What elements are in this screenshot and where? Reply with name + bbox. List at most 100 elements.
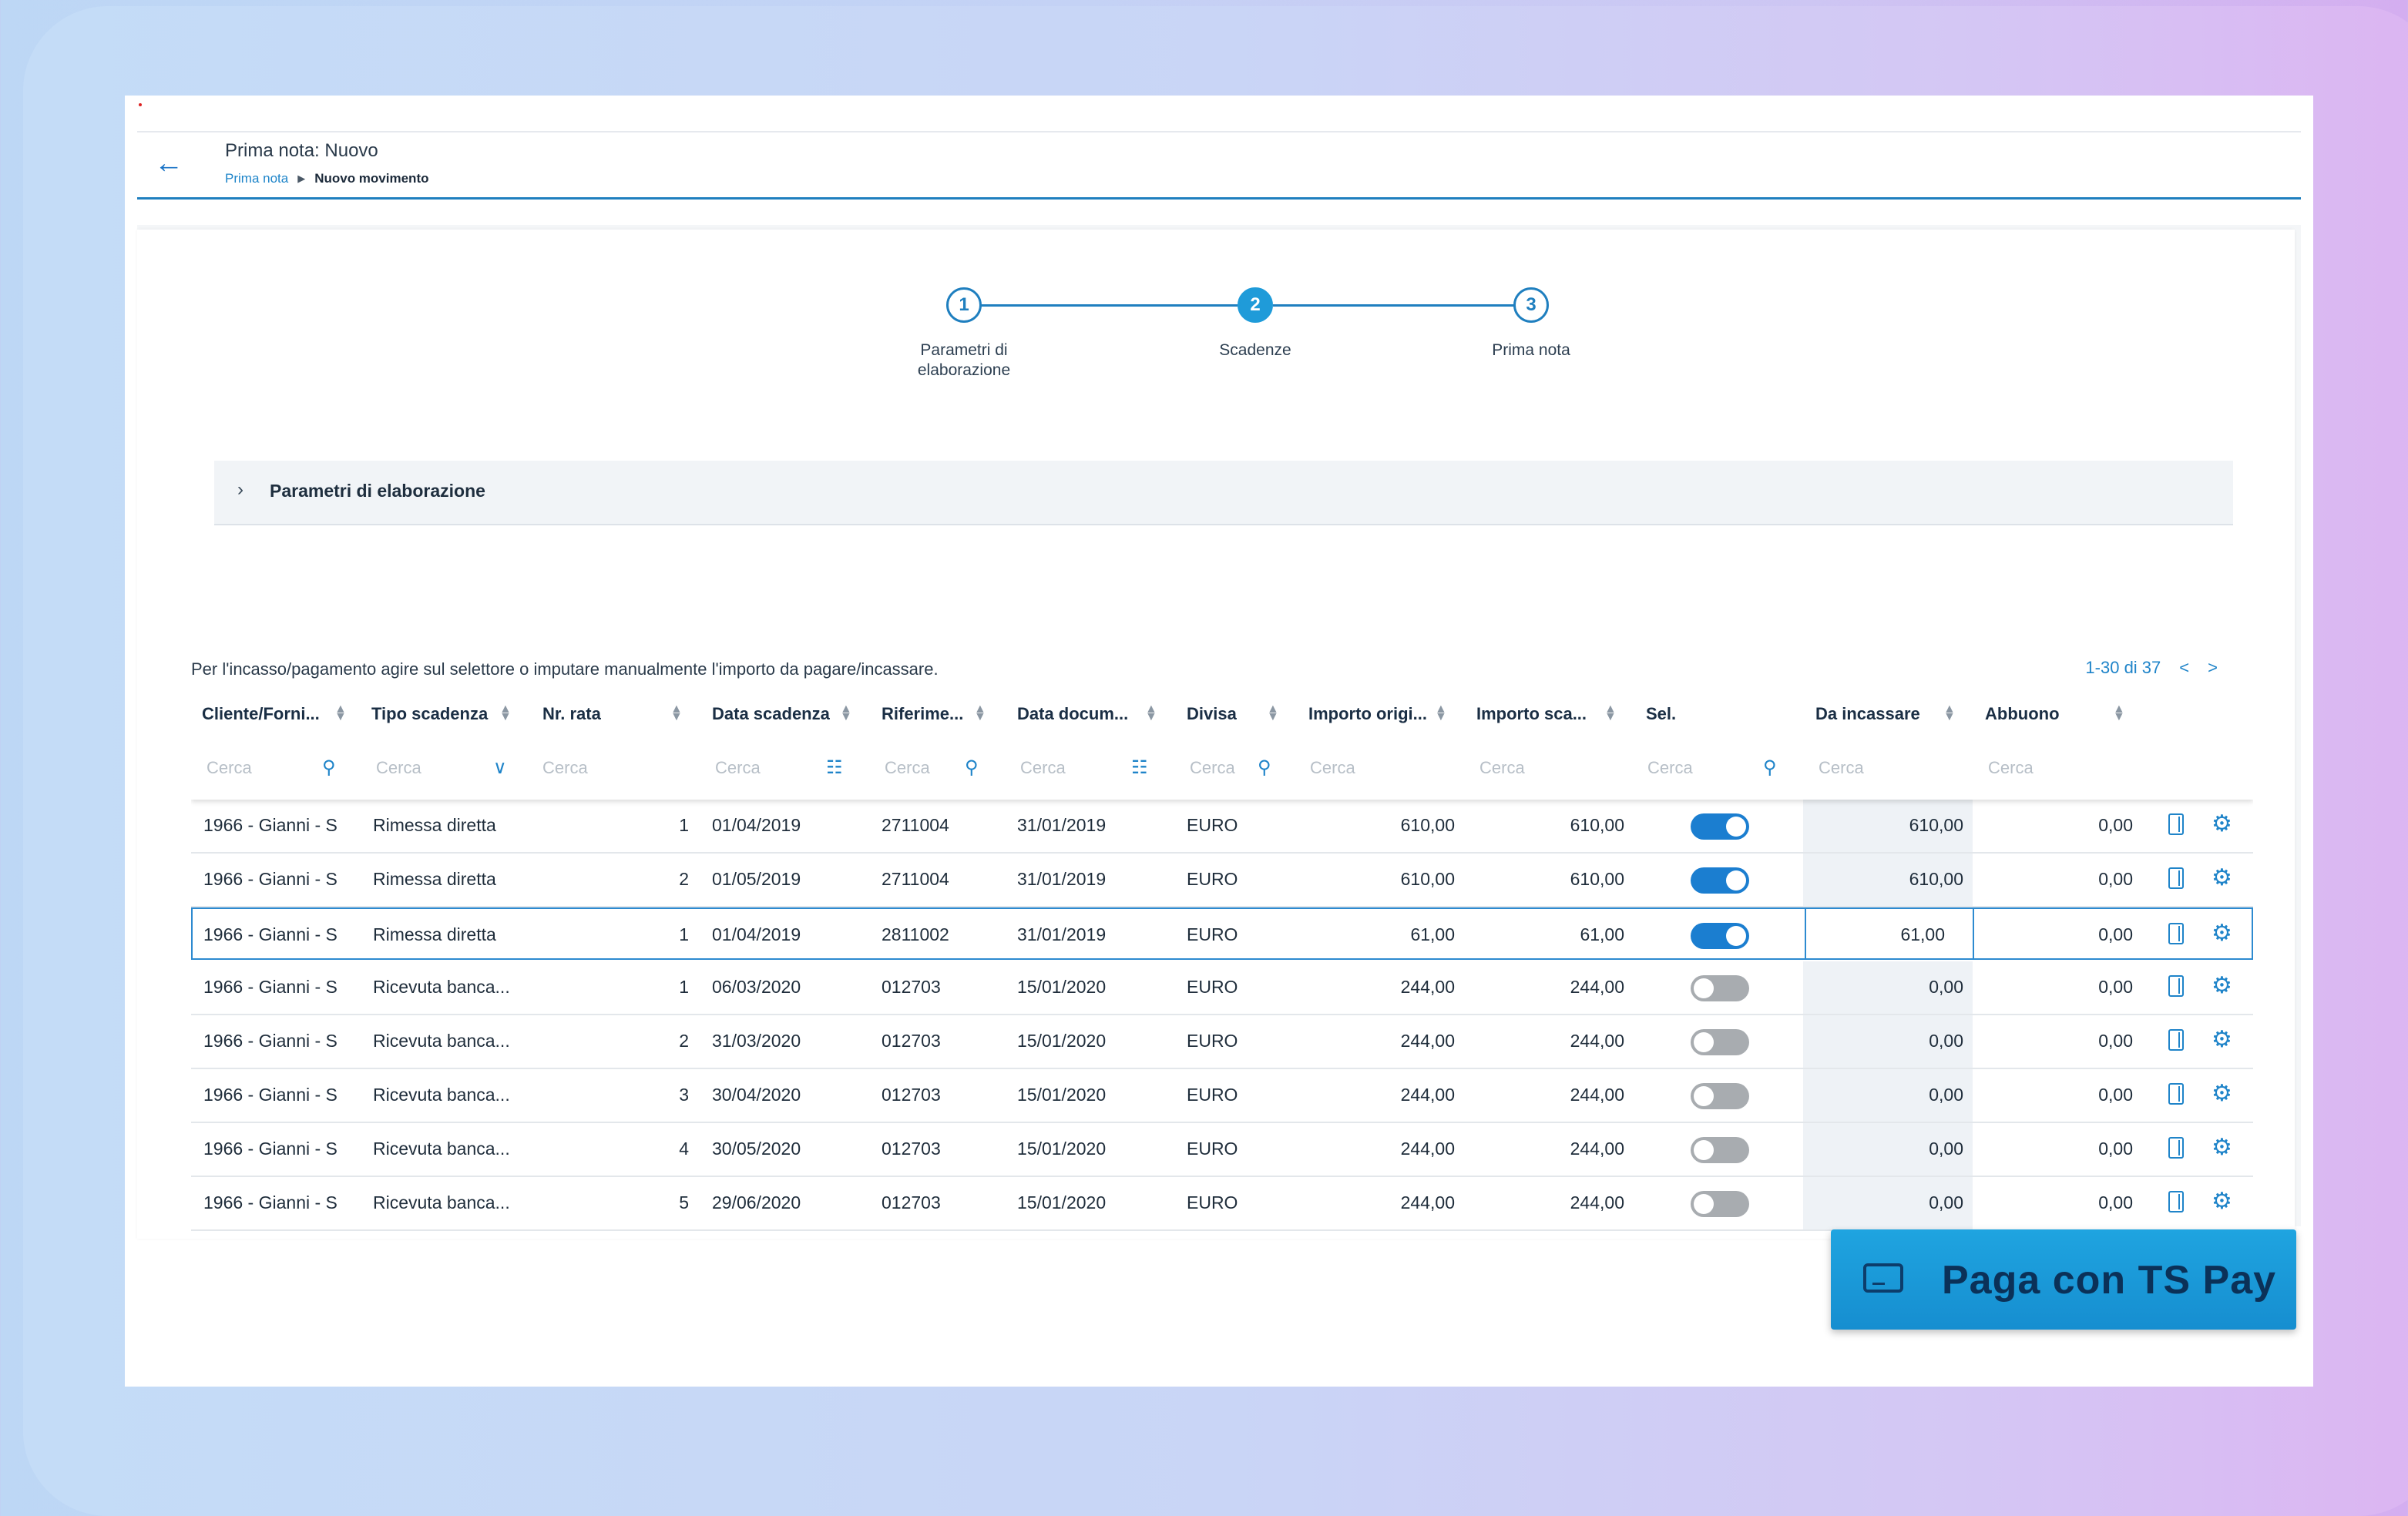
pay-with-ts-pay-button[interactable]: Paga con TS Pay	[1831, 1229, 2296, 1330]
document-icon[interactable]	[2168, 923, 2184, 944]
cell-abbuono[interactable]: 0,00	[1994, 924, 2133, 945]
cell-da-incassare[interactable]: 610,00	[1825, 815, 1963, 836]
table-row[interactable]: 1966 - Gianni - S Ricevuta banca... 1 06…	[191, 961, 2253, 1015]
filter-tipo-input[interactable]: Cerca	[376, 758, 421, 778]
cell-da-incassare[interactable]: 0,00	[1825, 977, 1963, 998]
sort-icon[interactable]: ▲ ▼	[974, 703, 986, 723]
cell-da-incassare[interactable]: 610,00	[1825, 869, 1963, 890]
cell-da-incassare[interactable]: 0,00	[1825, 1192, 1963, 1213]
sort-icon[interactable]: ▲ ▼	[499, 703, 512, 723]
sel-toggle[interactable]	[1691, 1191, 1749, 1217]
document-icon[interactable]	[2168, 1191, 2184, 1212]
step-3-circle[interactable]: 3	[1513, 287, 1549, 323]
column-header-data-documento[interactable]: Data docum...	[1017, 704, 1128, 724]
filter-data-documento-input[interactable]: Cerca	[1020, 758, 1066, 778]
table-row[interactable]: 1966 - Gianni - S Rimessa diretta 2 01/0…	[191, 854, 2253, 907]
search-icon[interactable]: ⚲	[322, 756, 336, 779]
table-row[interactable]: 1966 - Gianni - S Ricevuta banca... 4 30…	[191, 1123, 2253, 1177]
back-arrow-icon[interactable]: ←	[154, 149, 185, 180]
sel-toggle[interactable]	[1691, 975, 1749, 1001]
sort-icon[interactable]: ▲ ▼	[840, 703, 852, 723]
column-header-riferimento[interactable]: Riferime...	[882, 704, 963, 724]
filter-riferimento-input[interactable]: Cerca	[885, 758, 930, 778]
table-row[interactable]: 1966 - Gianni - S Ricevuta banca... 2 31…	[191, 1015, 2253, 1069]
column-header-nr-rata[interactable]: Nr. rata	[542, 704, 601, 724]
accordion-parametri[interactable]: › Parametri di elaborazione	[214, 461, 2233, 525]
gear-icon[interactable]: ⚙	[2212, 1188, 2232, 1215]
column-header-data-scadenza[interactable]: Data scadenza	[712, 704, 830, 724]
cell-abbuono[interactable]: 0,00	[1994, 1085, 2133, 1105]
filter-importo-originale-input[interactable]: Cerca	[1310, 758, 1355, 778]
pagination-next-icon[interactable]: >	[2208, 658, 2218, 678]
cell-da-incassare[interactable]: 0,00	[1825, 1085, 1963, 1105]
sel-toggle[interactable]	[1691, 867, 1749, 894]
cell-abbuono[interactable]: 0,00	[1994, 869, 2133, 890]
filter-data-scadenza-input[interactable]: Cerca	[715, 758, 761, 778]
filter-importo-scadenza-input[interactable]: Cerca	[1479, 758, 1525, 778]
search-icon[interactable]: ⚲	[965, 756, 979, 779]
document-icon[interactable]	[2168, 1029, 2184, 1051]
cell-abbuono[interactable]: 0,00	[1994, 1192, 2133, 1213]
table-row-selected[interactable]: 1966 - Gianni - S Rimessa diretta 1 01/0…	[191, 907, 2253, 960]
filter-abbuono-input[interactable]: Cerca	[1988, 758, 2034, 778]
step-2-circle[interactable]: 2	[1238, 287, 1273, 323]
sort-icon[interactable]: ▲ ▼	[1943, 703, 1956, 723]
sel-toggle[interactable]	[1691, 1029, 1749, 1055]
table-row[interactable]: 1966 - Gianni - S Ricevuta banca... 5 29…	[191, 1177, 2253, 1231]
column-header-importo-originale[interactable]: Importo origi...	[1308, 704, 1427, 724]
sel-toggle[interactable]	[1691, 923, 1749, 949]
cell-data-documento: 15/01/2020	[1017, 1192, 1107, 1212]
sort-icon[interactable]: ▲ ▼	[1604, 703, 1617, 723]
table-row[interactable]: 1966 - Gianni - S Rimessa diretta 1 01/0…	[191, 800, 2253, 854]
calendar-icon[interactable]: ☷	[1131, 756, 1148, 779]
step-1-circle[interactable]: 1	[946, 287, 982, 323]
column-header-cliente[interactable]: Cliente/Forni...	[202, 704, 320, 724]
sort-icon[interactable]: ▲ ▼	[670, 703, 683, 723]
calendar-icon[interactable]: ☷	[826, 756, 843, 779]
breadcrumb-item-prima-nota[interactable]: Prima nota	[225, 171, 288, 186]
document-icon[interactable]	[2168, 975, 2184, 997]
sort-icon[interactable]: ▲ ▼	[334, 703, 347, 723]
table-row[interactable]: 1966 - Gianni - S Ricevuta banca... 3 30…	[191, 1069, 2253, 1123]
cell-da-incassare[interactable]: 0,00	[1825, 1031, 1963, 1051]
column-header-importo-scadenza[interactable]: Importo sca...	[1476, 704, 1587, 724]
column-header-sel[interactable]: Sel.	[1646, 704, 1676, 724]
document-icon[interactable]	[2168, 813, 2184, 835]
cell-da-incassare-value[interactable]: 61,00	[1829, 924, 1945, 945]
chevron-down-icon[interactable]: ∨	[493, 756, 507, 779]
sort-icon[interactable]: ▲ ▼	[1267, 703, 1279, 723]
document-icon[interactable]	[2168, 867, 2184, 889]
filter-sel-input[interactable]: Cerca	[1647, 758, 1693, 778]
cell-abbuono[interactable]: 0,00	[1994, 815, 2133, 836]
sort-icon[interactable]: ▲ ▼	[2113, 703, 2125, 723]
gear-icon[interactable]: ⚙	[2212, 1134, 2232, 1161]
sel-toggle[interactable]	[1691, 1083, 1749, 1109]
column-header-divisa[interactable]: Divisa	[1187, 704, 1237, 724]
gear-icon[interactable]: ⚙	[2212, 1026, 2232, 1053]
sort-icon[interactable]: ▲ ▼	[1435, 703, 1447, 723]
sort-icon[interactable]: ▲ ▼	[1145, 703, 1157, 723]
filter-cliente-input[interactable]: Cerca	[207, 758, 252, 778]
search-icon[interactable]: ⚲	[1258, 756, 1271, 779]
cell-da-incassare[interactable]: 0,00	[1825, 1139, 1963, 1159]
document-icon[interactable]	[2168, 1083, 2184, 1105]
gear-icon[interactable]: ⚙	[2212, 810, 2232, 837]
gear-icon[interactable]: ⚙	[2212, 972, 2232, 999]
filter-da-incassare-input[interactable]: Cerca	[1819, 758, 1864, 778]
column-header-abbuono[interactable]: Abbuono	[1985, 704, 2060, 724]
filter-rata-input[interactable]: Cerca	[542, 758, 588, 778]
gear-icon[interactable]: ⚙	[2212, 864, 2232, 891]
column-header-tipo-scadenza[interactable]: Tipo scadenza	[371, 704, 488, 724]
gear-icon[interactable]: ⚙	[2212, 1080, 2232, 1107]
gear-icon[interactable]: ⚙	[2212, 920, 2232, 947]
pagination-prev-icon[interactable]: <	[2179, 658, 2189, 678]
filter-divisa-input[interactable]: Cerca	[1190, 758, 1235, 778]
cell-abbuono[interactable]: 0,00	[1994, 1031, 2133, 1051]
search-icon[interactable]: ⚲	[1763, 756, 1777, 779]
sel-toggle[interactable]	[1691, 813, 1749, 840]
cell-abbuono[interactable]: 0,00	[1994, 977, 2133, 998]
document-icon[interactable]	[2168, 1137, 2184, 1159]
sel-toggle[interactable]	[1691, 1137, 1749, 1163]
cell-abbuono[interactable]: 0,00	[1994, 1139, 2133, 1159]
column-header-da-incassare[interactable]: Da incassare	[1815, 704, 1920, 724]
